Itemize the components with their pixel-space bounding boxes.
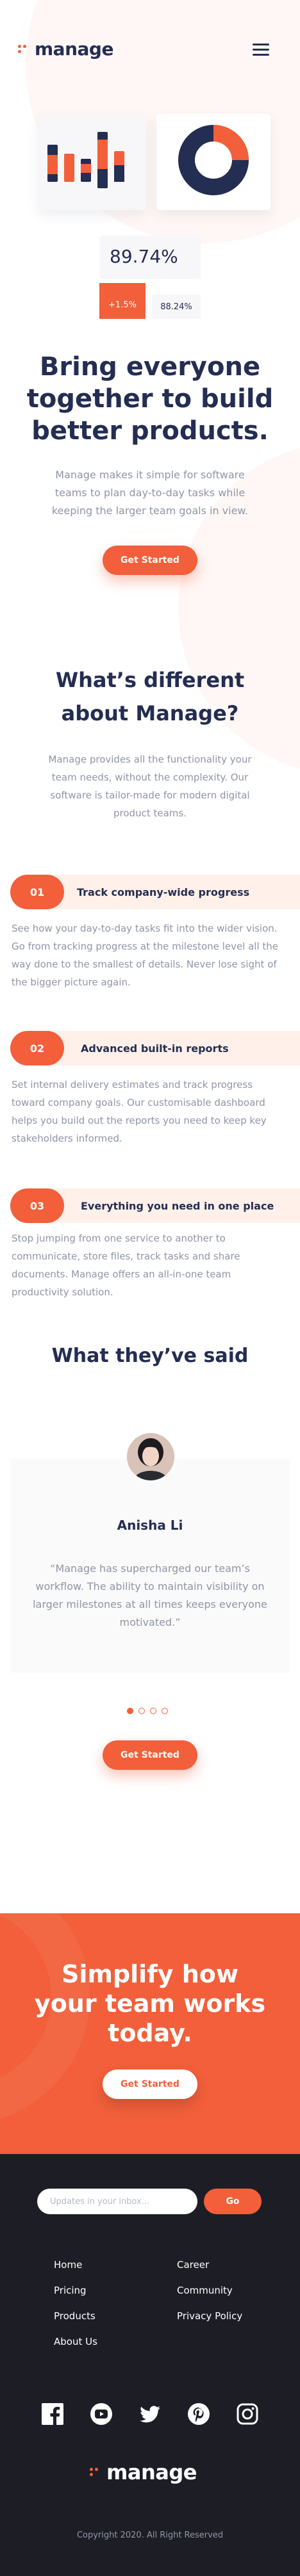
copyright-text: Copyright 2020. All Right Reserved [76,2531,224,2540]
donut-chart-graphic [178,125,249,195]
site-footer: Go Home Pricing Products About Us Career… [0,2154,300,2576]
site-header: manage [0,0,300,102]
get-started-button[interactable]: Get Started [103,1740,197,1770]
instagram-icon[interactable] [236,2402,259,2426]
footer-link-about-us[interactable]: About Us [54,2336,97,2347]
stat-card: 89.74% [99,236,201,279]
carousel-dot[interactable] [162,1708,168,1714]
footer-link-community[interactable]: Community [177,2285,233,2296]
logo-mark-icon [18,44,29,55]
feature-number: 02 [10,1031,64,1065]
feature-number: 01 [10,875,64,909]
cta-title: Simplify how your team works today. [34,1960,266,2047]
facebook-icon[interactable] [41,2402,64,2426]
youtube-icon[interactable] [90,2402,113,2426]
section-title-different: What’s different about Manage? [55,668,245,725]
feature-description: Stop jumping from one service to another… [12,1233,240,1298]
hero-illustration: 89.74% +1.5% 88.24% [0,109,300,327]
get-started-button[interactable]: Get Started [103,546,197,575]
logo-mark-icon [90,2467,101,2478]
hero-description: Manage makes it simple for software team… [51,469,249,517]
footer-link-home[interactable]: Home [54,2259,82,2271]
change-chip: +1.5% [99,283,146,319]
get-started-button[interactable]: Get Started [103,2070,197,2099]
logo-text: manage [106,2460,197,2484]
carousel-dot[interactable] [127,1708,133,1714]
feature-title: Advanced built-in reports [81,1042,229,1055]
cta-band: Simplify how your team works today. Get … [0,1913,300,2154]
social-links [41,2402,259,2428]
carousel-dots [127,1708,178,1715]
go-button[interactable]: Go [204,2189,262,2214]
logo[interactable]: manage [18,38,113,60]
bar-chart-card [38,114,146,210]
avatar-image [127,1433,174,1480]
bar-chart-graphic [47,132,124,188]
logo-text: manage [35,38,113,60]
feature-title: Everything you need in one place [81,1199,274,1212]
testimonial-quote: “Manage has supercharged our team’s work… [33,1562,267,1628]
carousel-dot[interactable] [138,1708,145,1714]
footer-link-products[interactable]: Products [54,2310,96,2322]
landing-page: manage 89.74% +1.5% 88.24% Bring everyon… [0,0,300,2576]
feature-number: 03 [10,1188,64,1223]
section-title-testimonials: What they’ve said [51,1345,249,1367]
value-chip: 88.24% [152,295,201,319]
stat-percent: 89.74% [110,246,178,267]
feature-description: See how your day-to-day tasks fit into t… [12,923,279,988]
footer-logo[interactable]: manage [90,2460,197,2484]
footer-link-career[interactable]: Career [177,2259,209,2271]
footer-link-privacy-policy[interactable]: Privacy Policy [177,2310,242,2322]
section-description-different: Manage provides all the functionality yo… [48,754,252,819]
pinterest-icon[interactable] [187,2402,210,2426]
feature-description: Set internal delivery estimates and trac… [12,1079,267,1144]
hero-title: Bring everyone together to build better … [26,352,274,446]
carousel-dot[interactable] [150,1708,156,1714]
testimonial-name: Anisha Li [117,1518,183,1533]
twitter-icon[interactable] [138,2402,162,2426]
feature-title: Track company-wide progress [77,886,250,898]
donut-chart-card [156,114,271,210]
avatar [127,1433,174,1480]
footer-link-pricing[interactable]: Pricing [54,2285,87,2296]
newsletter-email-input[interactable] [37,2189,197,2214]
hamburger-menu-icon[interactable] [253,44,269,56]
